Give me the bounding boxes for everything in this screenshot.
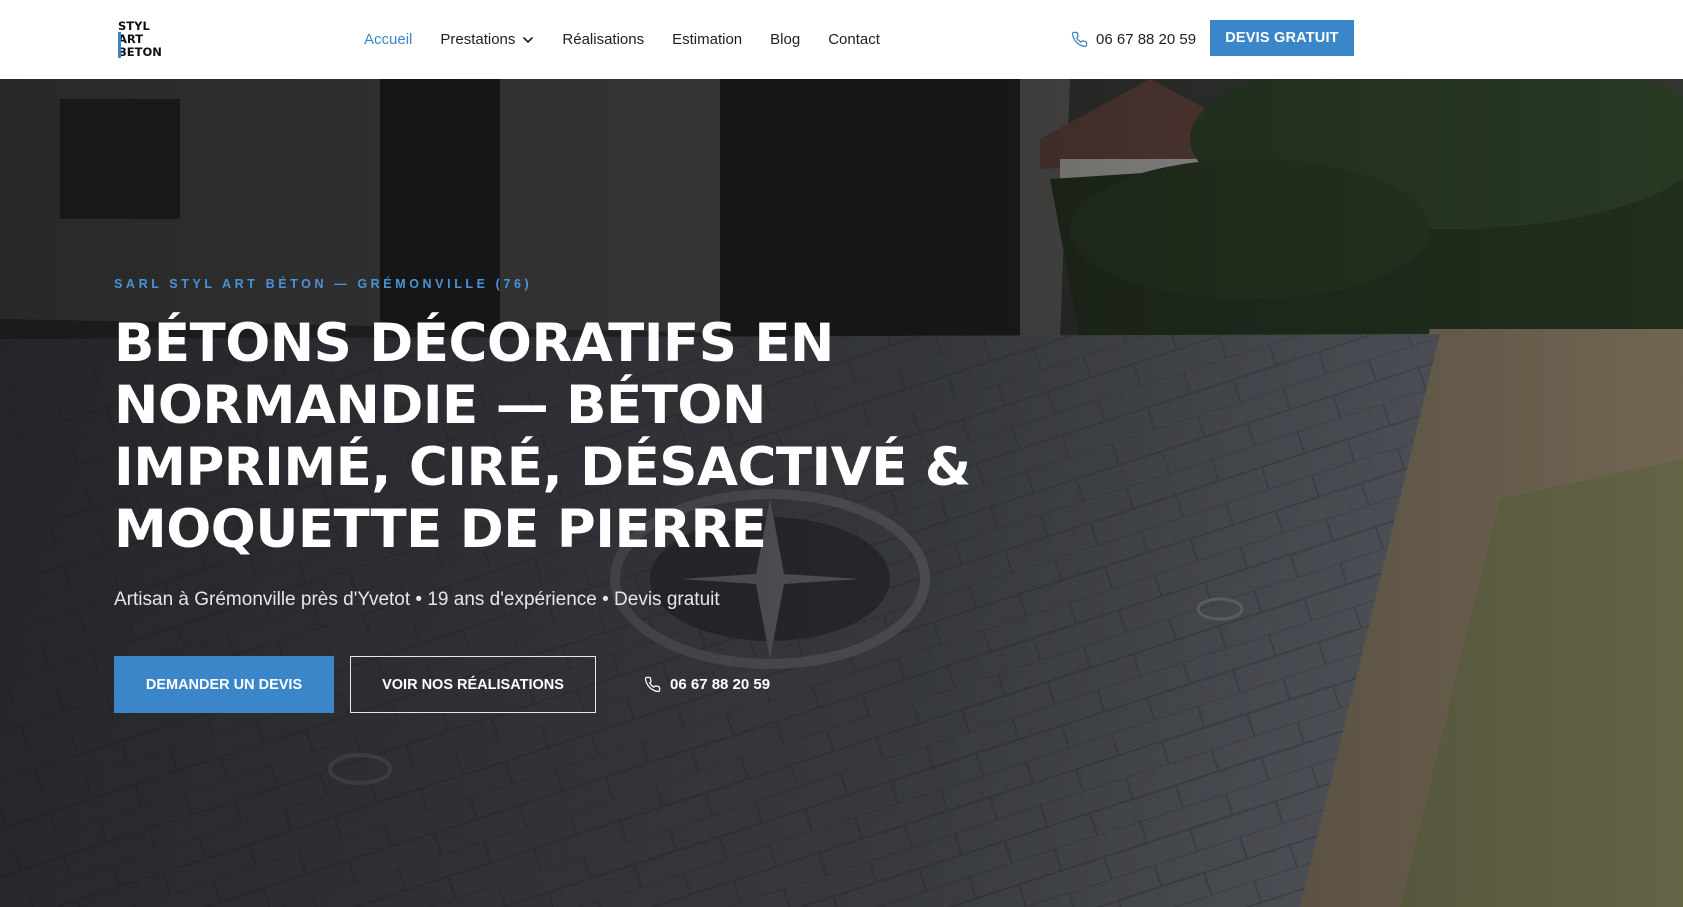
header-phone-link[interactable]: 06 67 88 20 59 (1071, 0, 1196, 79)
nav-item-label: Réalisations (562, 31, 645, 48)
hero-section: SARL STYL ART BÉTON — GRÉMONVILLE (76) B… (0, 79, 1683, 907)
view-projects-button[interactable]: VOIR NOS RÉALISATIONS (350, 656, 596, 713)
header-phone-number: 06 67 88 20 59 (1096, 31, 1197, 48)
nav-item-label: Accueil (364, 31, 413, 48)
hero-phone-number: 06 67 88 20 59 (670, 676, 771, 693)
free-quote-button[interactable]: DEVIS GRATUIT (1210, 20, 1354, 56)
hero-headline: BÉTONS DÉCORATIFS EN NORMANDIE — BÉTON I… (114, 313, 971, 560)
nav-item-estimation[interactable]: Estimation (672, 31, 742, 48)
nav-item-label: Estimation (672, 31, 743, 48)
phone-icon (644, 676, 661, 693)
nav-item-label: Contact (828, 31, 880, 48)
logo[interactable]: STYL ART BETON (118, 18, 174, 62)
logo-line-1: STYL (118, 19, 150, 33)
nav-item-label: Blog (770, 31, 801, 48)
logo-line-3: BETON (118, 45, 162, 59)
request-quote-button[interactable]: DEMANDER UN DEVIS (114, 656, 334, 713)
nav-item-blog[interactable]: Blog (770, 31, 800, 48)
hero-phone-link[interactable]: 06 67 88 20 59 (644, 656, 770, 713)
hero-kicker: SARL STYL ART BÉTON — GRÉMONVILLE (76) (114, 277, 533, 291)
main-nav: Accueil Prestations Réalisations Estimat… (364, 0, 880, 79)
nav-item-prestations[interactable]: Prestations (440, 31, 534, 48)
logo-line-2: ART (118, 32, 143, 46)
hero-subtitle: Artisan à Grémonville près d'Yvetot • 19… (114, 589, 720, 610)
phone-icon (1071, 31, 1088, 48)
nav-item-accueil[interactable]: Accueil (364, 31, 412, 48)
site-header: STYL ART BETON Accueil Prestations Réali… (0, 0, 1683, 79)
nav-item-label: Prestations (440, 31, 516, 48)
nav-item-realisations[interactable]: Réalisations (562, 31, 644, 48)
nav-item-contact[interactable]: Contact (828, 31, 880, 48)
chevron-down-icon (523, 36, 534, 43)
